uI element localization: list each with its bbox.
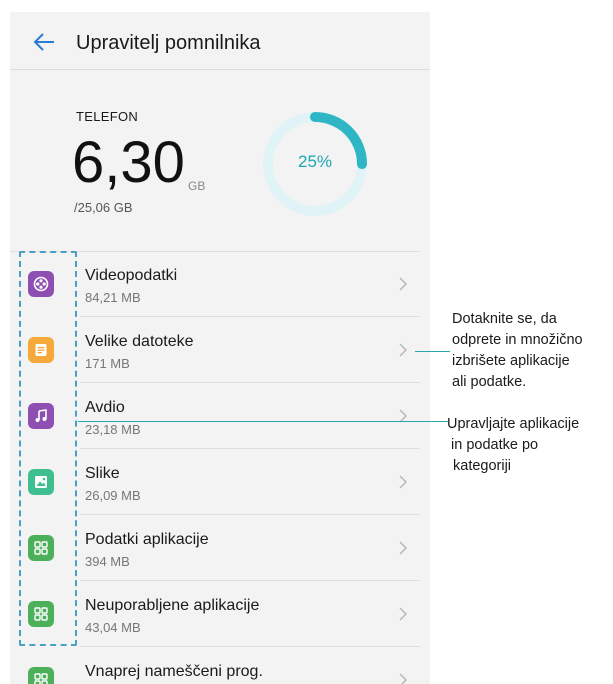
music-note-icon <box>28 403 54 429</box>
callout-line-delete <box>415 351 450 352</box>
list-item[interactable]: Velike datoteke 171 MB <box>10 317 430 383</box>
list-item-size: 394 MB <box>85 554 130 569</box>
list-item[interactable]: Videopodatki 84,21 MB <box>10 251 430 317</box>
list-item-size: 84,21 MB <box>85 290 141 305</box>
storage-total: /25,06 GB <box>74 200 133 215</box>
chevron-right-icon <box>399 475 408 489</box>
storage-used-unit: GB <box>188 179 206 193</box>
list-item-size: 171 MB <box>85 356 130 371</box>
image-icon <box>28 469 54 495</box>
callout-manage: Upravljajte aplikacije in podatke po kat… <box>447 414 579 477</box>
list-item-size: 43,04 MB <box>85 620 141 635</box>
chevron-right-icon <box>399 607 408 621</box>
list-item-title: Avdio <box>85 399 125 416</box>
list-item[interactable]: Vnaprej nameščeni prog. <box>10 647 430 684</box>
callout-delete: Dotaknite se, da odprete in množično izb… <box>452 311 583 390</box>
category-list: Videopodatki 84,21 MB Velike datoteke 171 M… <box>10 251 430 684</box>
chevron-right-icon <box>399 673 408 684</box>
app-grid-icon <box>28 535 54 561</box>
list-item[interactable]: Podatki aplikacije 394 MB <box>10 515 430 581</box>
callout-manage-line: kategoriji <box>453 458 512 474</box>
app-grid-icon <box>28 667 54 684</box>
list-item[interactable]: Slike 26,09 MB <box>10 449 430 515</box>
chevron-right-icon <box>399 343 408 357</box>
chevron-right-icon <box>399 277 408 291</box>
page-title: Upravitelj pomnilnika <box>76 32 261 54</box>
list-item[interactable]: Neuporabljene aplikacije 43,04 MB <box>10 581 430 647</box>
storage-label: TELEFON <box>76 109 139 124</box>
callout-manage-line: in podatke po <box>447 437 539 453</box>
video-reel-icon <box>28 271 54 297</box>
storage-used-value: 6,30 <box>72 130 185 195</box>
list-item-title: Videopodatki <box>85 267 178 284</box>
list-item-title: Podatki aplikacije <box>85 531 209 548</box>
list-item-title: Vnaprej nameščeni prog. <box>85 663 263 680</box>
back-arrow-icon[interactable] <box>30 28 58 56</box>
callout-line-manage <box>78 421 448 422</box>
list-item-title: Slike <box>85 465 120 482</box>
storage-percent: 25% <box>297 152 333 171</box>
list-item-title: Neuporabljene aplikacije <box>85 597 260 614</box>
callout-manage-line: Upravljajte aplikacije <box>447 416 580 432</box>
list-item-size: 26,09 MB <box>85 488 141 503</box>
phone-screen: Upravitelj pomnilnika TELEFON 6,30 GB /2… <box>10 12 430 684</box>
document-icon <box>28 337 54 363</box>
list-item-size: 23,18 MB <box>85 422 141 437</box>
app-bar: Upravitelj pomnilnika <box>10 12 430 70</box>
list-item[interactable]: Avdio 23,18 MB <box>10 383 430 449</box>
chevron-right-icon <box>399 541 408 555</box>
app-grid-icon <box>28 601 54 627</box>
list-item-title: Velike datoteke <box>85 333 194 350</box>
